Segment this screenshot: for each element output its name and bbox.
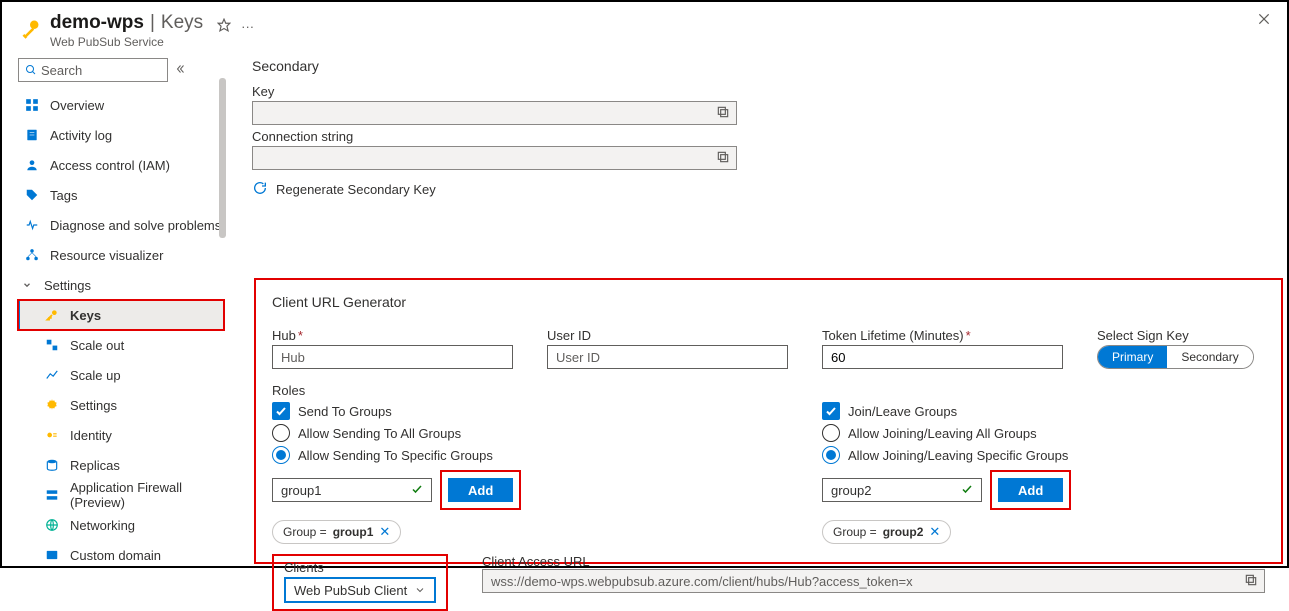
secondary-title: Secondary [252,58,1269,74]
copy-icon[interactable] [716,150,730,167]
checkbox-checked-icon [272,402,290,420]
check-icon [411,483,423,498]
sidebar-item-scaleup[interactable]: Scale up [18,360,224,390]
token-label: Token Lifetime (Minutes)* [822,328,1063,343]
key-small-icon [44,307,60,323]
favorite-icon[interactable] [217,18,231,35]
scaleout-icon [44,337,60,353]
conn-field[interactable] [252,146,737,170]
sidebar-item-visualizer[interactable]: Resource visualizer [18,240,224,270]
sidebar-item-tags[interactable]: Tags [18,180,224,210]
identity-icon [44,427,60,443]
sidebar-item-replicas[interactable]: Replicas [18,450,224,480]
sidebar-item-iam[interactable]: Access control (IAM) [18,150,224,180]
check-icon [961,483,973,498]
roles-label: Roles [272,383,1265,398]
sidebar-item-settings2[interactable]: Settings [18,390,224,420]
url-label: Client Access URL [482,554,590,569]
send-group-chip[interactable]: Group = group1 ✕ [272,520,401,544]
key-label: Key [252,84,1269,99]
sidebar-item-overview[interactable]: Overview [18,90,224,120]
sidebar-item-firewall[interactable]: Application Firewall (Preview) [18,480,224,510]
radio-selected-icon [822,446,840,464]
key-icon [18,14,42,44]
chevron-down-icon [414,584,426,596]
generator-title: Client URL Generator [272,294,1265,310]
sidebar-item-networking[interactable]: Networking [18,510,224,540]
network-icon [44,517,60,533]
join-groups-checkbox[interactable]: Join/Leave Groups [822,400,1242,422]
chip-remove-icon[interactable]: ✕ [929,524,940,540]
join-add-button[interactable]: Add [998,478,1063,502]
send-all-radio[interactable]: Allow Sending To All Groups [272,422,692,444]
copy-icon[interactable] [1244,573,1258,590]
send-groups-checkbox[interactable]: Send To Groups [272,400,692,422]
close-icon[interactable] [1257,12,1271,29]
key-field[interactable] [252,101,737,125]
grid-icon [24,97,40,113]
signkey-toggle[interactable]: Primary Secondary [1097,345,1254,369]
url-output[interactable]: wss://demo-wps.webpubsub.azure.com/clien… [482,569,1265,593]
more-icon[interactable]: ··· [241,19,254,34]
sidebar-item-keys[interactable]: Keys [18,300,224,330]
chevron-down-icon [22,278,34,293]
service-type: Web PubSub Service [50,35,203,49]
radio-icon [272,424,290,442]
token-input[interactable] [822,345,1063,369]
tree-icon [24,247,40,263]
hub-input[interactable] [272,345,513,369]
userid-input[interactable] [547,345,788,369]
search-input[interactable]: Search [18,58,168,82]
join-all-radio[interactable]: Allow Joining/Leaving All Groups [822,422,1242,444]
conn-label: Connection string [252,129,1269,144]
join-group-chip[interactable]: Group = group2 ✕ [822,520,951,544]
gear-icon [44,397,60,413]
person-icon [24,157,40,173]
firewall-icon [44,487,60,503]
join-group-input[interactable]: group2 [822,478,982,502]
send-group-input[interactable]: group1 [272,478,432,502]
join-specific-radio[interactable]: Allow Joining/Leaving Specific Groups [822,444,1242,466]
tag-icon [24,187,40,203]
radio-selected-icon [272,446,290,464]
database-icon [44,457,60,473]
signkey-secondary-button[interactable]: Secondary [1167,346,1252,368]
log-icon [24,127,40,143]
collapse-sidebar-icon[interactable] [174,63,186,78]
regen-secondary-button[interactable]: Regenerate Secondary Key [252,180,1269,199]
signkey-label: Select Sign Key [1097,328,1254,343]
chart-icon [44,367,60,383]
sidebar-item-scaleout[interactable]: Scale out [18,330,224,360]
send-specific-radio[interactable]: Allow Sending To Specific Groups [272,444,692,466]
sidebar-item-customdomain[interactable]: Custom domain [18,540,224,570]
sidebar-settings-header[interactable]: Settings [18,270,224,300]
copy-icon[interactable] [716,105,730,122]
heart-icon [24,217,40,233]
page-title: demo-wps|Keys [50,12,203,34]
checkbox-checked-icon [822,402,840,420]
radio-icon [822,424,840,442]
userid-label: User ID [547,328,788,343]
refresh-icon [252,180,268,199]
clients-dropdown[interactable]: Web PubSub Client [284,577,436,603]
hub-label: Hub* [272,328,513,343]
signkey-primary-button[interactable]: Primary [1098,346,1167,368]
chip-remove-icon[interactable]: ✕ [379,524,390,540]
sidebar-item-activity[interactable]: Activity log [18,120,224,150]
domain-icon [44,547,60,563]
sidebar-item-identity[interactable]: Identity [18,420,224,450]
send-add-button[interactable]: Add [448,478,513,502]
sidebar-item-diagnose[interactable]: Diagnose and solve problems [18,210,224,240]
